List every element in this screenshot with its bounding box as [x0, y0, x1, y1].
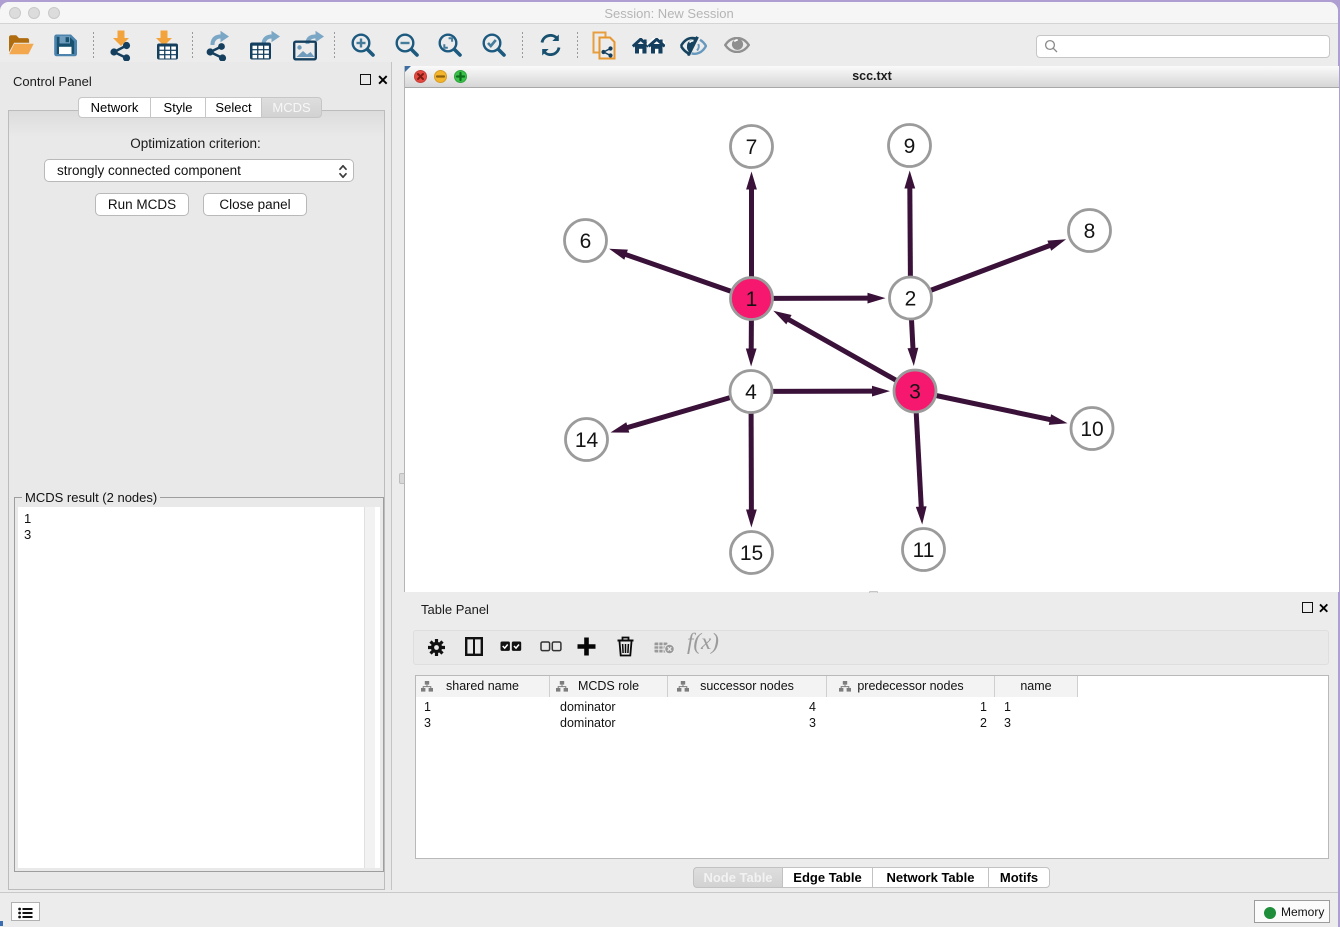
svg-text:9: 9 [904, 135, 916, 158]
svg-text:3: 3 [909, 381, 921, 404]
svg-text:7: 7 [746, 136, 758, 159]
svg-text:14: 14 [575, 429, 599, 452]
svg-text:15: 15 [740, 542, 763, 565]
svg-text:2: 2 [905, 288, 917, 311]
svg-text:10: 10 [1080, 418, 1103, 441]
svg-text:8: 8 [1084, 220, 1096, 243]
svg-text:1: 1 [746, 288, 758, 311]
svg-text:4: 4 [745, 381, 757, 404]
svg-text:11: 11 [913, 539, 935, 562]
svg-text:6: 6 [580, 230, 592, 253]
